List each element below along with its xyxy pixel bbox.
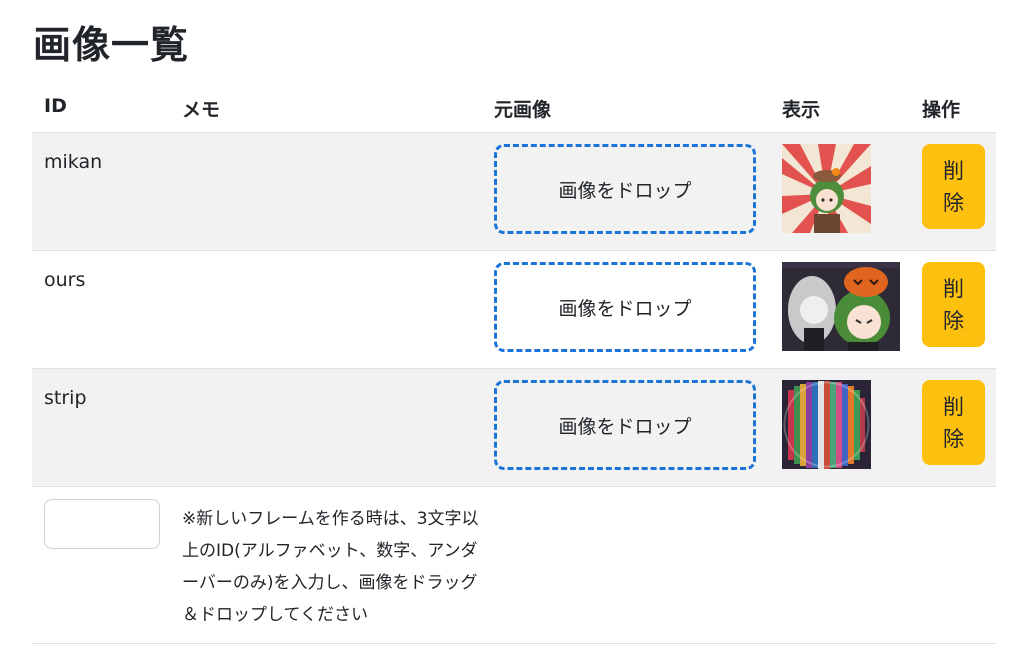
image-drop-zone[interactable]: 画像をドロップ	[494, 262, 756, 352]
table-row: strip 画像をドロップ 削除	[32, 369, 996, 487]
image-drop-zone[interactable]: 画像をドロップ	[494, 380, 756, 470]
row-id: mikan	[44, 151, 103, 173]
column-header-id: ID	[44, 95, 67, 117]
table-row: ours 画像をドロップ 削除	[32, 251, 996, 369]
page-title: 画像一覧	[33, 23, 190, 67]
table-row: mikan 画像をドロップ 削除	[32, 133, 996, 251]
new-frame-row: ※新しいフレームを作る時は、3文字以上のID(アルファベット、数字、アンダーバー…	[32, 487, 996, 644]
column-header-actions: 操作	[922, 99, 961, 121]
row-id: strip	[44, 387, 87, 409]
column-header-display: 表示	[782, 99, 821, 121]
new-frame-instructions: ※新しいフレームを作る時は、3文字以上のID(アルファベット、数字、アンダーバー…	[182, 509, 479, 625]
delete-button[interactable]: 削除	[922, 262, 985, 347]
image-drop-zone[interactable]: 画像をドロップ	[494, 144, 756, 234]
strip-thumbnail	[782, 380, 871, 469]
mikan-thumbnail	[782, 144, 871, 233]
new-id-input[interactable]	[44, 499, 160, 549]
image-table: ID メモ 元画像 表示 操作 mikan 画像をドロップ 削除 ours 画像…	[32, 83, 996, 644]
delete-button[interactable]: 削除	[922, 380, 985, 465]
ours-thumbnail	[782, 262, 900, 351]
row-id: ours	[44, 269, 86, 291]
column-header-memo: メモ	[182, 99, 221, 121]
delete-button[interactable]: 削除	[922, 144, 985, 229]
column-header-original: 元画像	[494, 99, 552, 121]
table-header-row: ID メモ 元画像 表示 操作	[32, 83, 996, 133]
